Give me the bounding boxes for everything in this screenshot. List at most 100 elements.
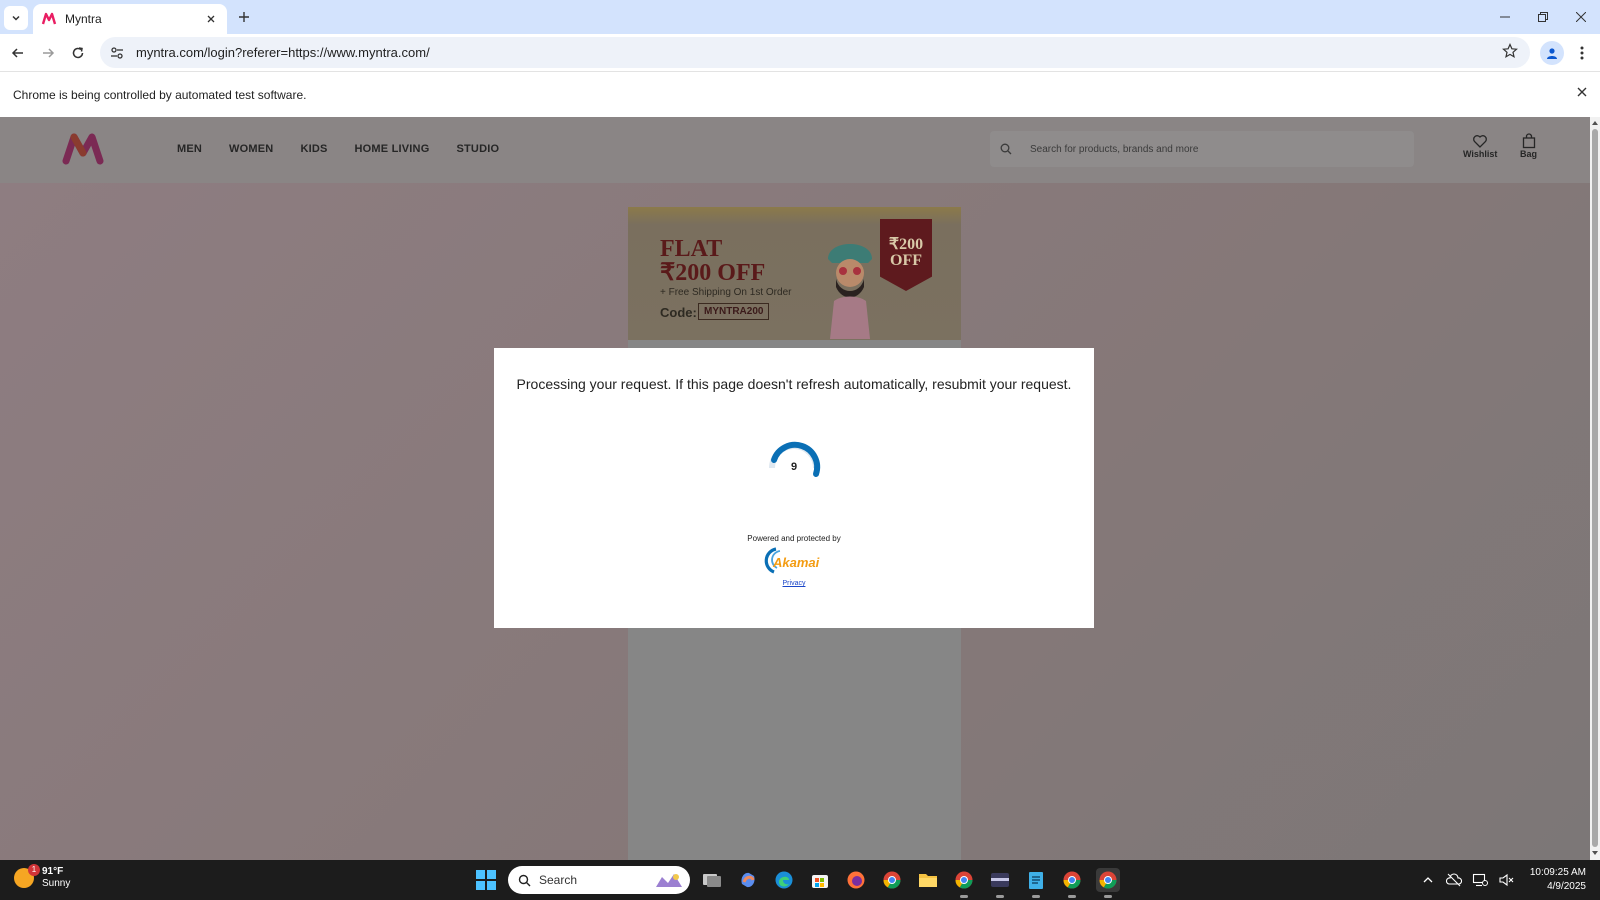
profile-button[interactable] bbox=[1540, 41, 1564, 65]
restore-button[interactable] bbox=[1524, 0, 1562, 34]
notepad-app[interactable] bbox=[1024, 868, 1048, 898]
taskbar-search-box[interactable]: Search bbox=[508, 866, 690, 894]
show-hidden-icons-button[interactable] bbox=[1416, 868, 1440, 892]
address-bar[interactable]: myntra.com/login?referer=https://www.myn… bbox=[100, 37, 1530, 68]
nav-home-living[interactable]: HOME LIVING bbox=[355, 143, 430, 155]
scroll-up-arrow-icon[interactable] bbox=[1591, 119, 1599, 127]
clock-time: 10:09:25 AM bbox=[1529, 867, 1586, 878]
site-header: MEN WOMEN KIDS HOME LIVING STUDIO Search… bbox=[0, 117, 1590, 183]
browser-tab-myntra[interactable]: Myntra bbox=[33, 4, 227, 34]
task-view-icon bbox=[703, 874, 721, 887]
weather-description: Sunny bbox=[42, 878, 71, 889]
chrome-app-1[interactable] bbox=[880, 868, 904, 892]
plus-icon bbox=[239, 12, 249, 22]
microsoft-store-app[interactable] bbox=[808, 868, 832, 892]
category-nav: MEN WOMEN KIDS HOME LIVING STUDIO bbox=[177, 143, 526, 155]
banner-flat-text: FLAT bbox=[660, 236, 723, 262]
bag-button[interactable]: Bag bbox=[1520, 133, 1537, 159]
chrome-app-4-active[interactable] bbox=[1096, 868, 1120, 898]
wishlist-button[interactable]: Wishlist bbox=[1463, 133, 1497, 159]
window-controls bbox=[1486, 0, 1600, 34]
chrome-app-3[interactable] bbox=[1060, 868, 1084, 898]
akamai-logo-text: Akamai bbox=[772, 555, 820, 570]
akamai-logo: Akamai bbox=[764, 547, 820, 574]
banner-coupon-code: MYNTRA200 bbox=[698, 303, 770, 320]
display-network-icon bbox=[1472, 873, 1488, 887]
privacy-link[interactable]: Privacy bbox=[494, 580, 1094, 587]
firefox-icon bbox=[847, 871, 865, 889]
infobar-close-button[interactable] bbox=[1576, 86, 1588, 101]
tab-close-button[interactable] bbox=[203, 11, 219, 27]
close-window-button[interactable] bbox=[1562, 0, 1600, 34]
file-explorer-app[interactable] bbox=[916, 868, 940, 892]
volume-tray-button[interactable] bbox=[1494, 868, 1518, 892]
banner-code-label: Code: bbox=[660, 305, 697, 320]
chrome-menu-button[interactable] bbox=[1572, 41, 1592, 65]
countdown-number: 9 bbox=[790, 461, 798, 473]
back-button[interactable] bbox=[7, 42, 29, 64]
chrome-icon bbox=[1099, 871, 1117, 889]
browser-toolbar: myntra.com/login?referer=https://www.myn… bbox=[0, 34, 1600, 71]
weather-badge: 1 bbox=[28, 864, 40, 876]
banner-offer-tag: ₹200 OFF bbox=[880, 219, 932, 291]
nav-women[interactable]: WOMEN bbox=[229, 143, 273, 155]
onedrive-tray-button[interactable] bbox=[1442, 868, 1466, 892]
firefox-app[interactable] bbox=[844, 868, 868, 892]
windows-logo-tile bbox=[487, 870, 496, 879]
store-icon bbox=[812, 875, 828, 888]
scroll-down-arrow-icon[interactable] bbox=[1591, 849, 1599, 857]
reload-button[interactable] bbox=[67, 42, 89, 64]
banner-amount-text: ₹200 OFF bbox=[660, 260, 766, 286]
banner-character-illustration bbox=[828, 244, 872, 339]
tag-line1: ₹200 bbox=[888, 236, 924, 253]
processing-dialog: Processing your request. If this page do… bbox=[494, 348, 1094, 628]
chevron-up-icon bbox=[1423, 877, 1433, 883]
heart-icon bbox=[1473, 135, 1488, 148]
myntra-favicon-icon bbox=[41, 12, 57, 25]
search-highlight-illustration-icon bbox=[656, 874, 682, 887]
chrome-icon bbox=[883, 871, 901, 889]
cloud-offline-icon bbox=[1445, 873, 1462, 887]
infobar-message: Chrome is being controlled by automated … bbox=[13, 87, 307, 102]
promo-banner[interactable]: FLAT ₹200 OFF + Free Shipping On 1st Ord… bbox=[628, 207, 961, 340]
new-tab-button[interactable] bbox=[234, 7, 254, 27]
powered-by-text: Powered and protected by bbox=[747, 534, 841, 543]
nav-studio[interactable]: STUDIO bbox=[456, 143, 499, 155]
tag-line2: OFF bbox=[890, 252, 922, 269]
taskbar-search-label: Search bbox=[539, 873, 578, 887]
nav-men[interactable]: MEN bbox=[177, 143, 202, 155]
tab-title: Myntra bbox=[65, 12, 102, 26]
chevron-down-icon bbox=[12, 15, 20, 21]
copilot-app[interactable] bbox=[736, 868, 760, 892]
start-button[interactable] bbox=[476, 870, 496, 890]
myntra-logo[interactable] bbox=[62, 133, 104, 165]
copilot-icon bbox=[741, 872, 755, 888]
forward-button[interactable] bbox=[37, 42, 59, 64]
page-scrollbar[interactable] bbox=[1590, 117, 1600, 860]
site-info-icon[interactable] bbox=[108, 44, 126, 62]
bookmark-star-button[interactable] bbox=[1502, 43, 1518, 62]
windows-logo-tile bbox=[487, 881, 496, 890]
site-search-input[interactable]: Search for products, brands and more bbox=[990, 131, 1414, 167]
windows-logo-tile bbox=[476, 870, 485, 879]
terminal-app[interactable] bbox=[988, 868, 1012, 898]
taskbar-clock[interactable]: 10:09:25 AM 4/9/2025 bbox=[1530, 866, 1586, 894]
clock-date: 4/9/2025 bbox=[1547, 881, 1586, 892]
close-icon bbox=[1576, 12, 1586, 22]
nav-kids[interactable]: KIDS bbox=[300, 143, 327, 155]
task-view-button[interactable] bbox=[700, 868, 724, 892]
network-tray-button[interactable] bbox=[1468, 868, 1492, 892]
edge-app[interactable] bbox=[772, 868, 796, 892]
tune-icon bbox=[111, 46, 123, 59]
scrollbar-thumb[interactable] bbox=[1592, 129, 1598, 847]
minimize-button[interactable] bbox=[1486, 0, 1524, 34]
tab-search-dropdown-button[interactable] bbox=[4, 6, 28, 30]
url-text: myntra.com/login?referer=https://www.myn… bbox=[136, 45, 430, 60]
weather-widget[interactable]: 1 91°F Sunny bbox=[14, 864, 71, 890]
page-viewport: MEN WOMEN KIDS HOME LIVING STUDIO Search… bbox=[0, 117, 1590, 860]
close-icon bbox=[1577, 87, 1587, 97]
chrome-icon bbox=[955, 871, 973, 889]
speaker-muted-icon bbox=[1499, 873, 1514, 887]
restore-icon bbox=[1538, 12, 1548, 22]
chrome-app-2[interactable] bbox=[952, 868, 976, 898]
